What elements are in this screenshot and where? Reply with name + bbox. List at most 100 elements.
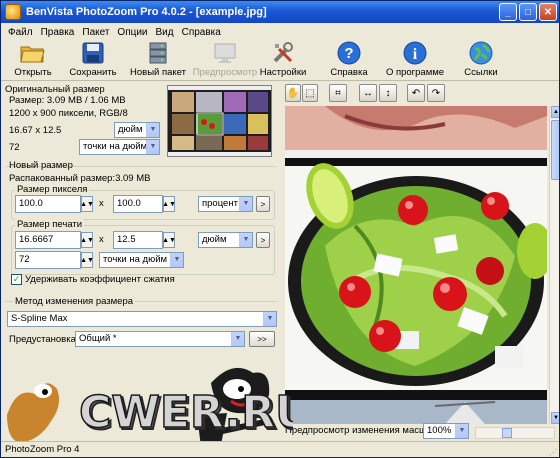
print-units-select[interactable]: дюйм ▼ <box>198 232 253 248</box>
method-select[interactable]: S-Spline Max ▼ <box>7 311 277 327</box>
save-button[interactable]: Сохранить <box>58 41 128 78</box>
method-title: Метод изменения размера <box>13 296 136 307</box>
menu-options[interactable]: Опции <box>113 27 151 38</box>
print-units-value: дюйм <box>202 234 227 245</box>
chevron-down-icon: ▼ <box>146 123 159 137</box>
pixel-units-value: процент <box>202 198 238 209</box>
print-more-button[interactable]: > <box>256 232 270 248</box>
settings-button[interactable]: Настройки <box>248 41 318 78</box>
preset-label: Предустановка: <box>9 334 79 345</box>
rotate-right-button[interactable]: ↷ <box>427 84 445 102</box>
rotate-left-icon: ↶ <box>411 87 421 99</box>
resize-grip-icon[interactable]: ⋰ <box>549 445 559 457</box>
help-label: Справка <box>330 67 368 78</box>
pixel-height-input[interactable]: 100.0 <box>113 195 163 213</box>
title-bar[interactable]: BenVista PhotoZoom Pro 4.0.2 - [example.… <box>1 1 559 23</box>
print-width-spinner[interactable]: ▲▼ <box>80 232 94 248</box>
hand-icon: ✋ <box>286 87 300 99</box>
help-button[interactable]: ? Справка <box>314 41 384 78</box>
print-res-input[interactable]: 72 <box>15 251 81 269</box>
scroll-thumb[interactable] <box>551 120 559 180</box>
rotate-right-icon: ↷ <box>431 87 441 99</box>
info-icon: i <box>402 41 428 65</box>
menu-batch[interactable]: Пакет <box>78 27 113 38</box>
zoom-value: 100% <box>427 425 452 436</box>
close-button[interactable]: ✕ <box>539 3 557 21</box>
new-size-title: Новый размер <box>9 160 73 171</box>
preview-scrollbar[interactable]: ▲ ▼ <box>549 106 559 424</box>
print-res-units-select[interactable]: точки на дюйм ▼ <box>99 252 184 268</box>
original-res-units-select[interactable]: точки на дюйм ▼ <box>79 139 160 155</box>
pixel-units-select[interactable]: процент ▼ <box>198 196 253 212</box>
menu-help[interactable]: Справка <box>178 27 225 38</box>
monitor-icon <box>212 41 238 65</box>
menu-bar: Файл Правка Пакет Опции Вид Справка <box>1 23 559 41</box>
zoom-select[interactable]: 100% ▼ <box>423 423 469 439</box>
preview-canvas[interactable] <box>285 106 547 424</box>
keep-ratio-label: Удерживать коэффициент сжатия <box>25 274 175 285</box>
original-pixels: 1200 x 900 пиксели, RGB/8 <box>9 108 128 119</box>
links-label: Ссылки <box>464 67 498 78</box>
chevron-down-icon: ▼ <box>170 253 183 267</box>
about-button[interactable]: i О программе <box>380 41 450 78</box>
chevron-down-icon: ▼ <box>239 233 252 247</box>
rotate-left-button[interactable]: ↶ <box>407 84 425 102</box>
zoom-slider[interactable] <box>475 427 555 439</box>
scroll-up-icon[interactable]: ▲ <box>551 106 559 118</box>
chevron-down-icon: ▼ <box>146 140 159 154</box>
chevron-down-icon: ▼ <box>455 424 468 438</box>
crop-icon: ⌗ <box>335 87 341 99</box>
pixel-width-input[interactable]: 100.0 <box>15 195 81 213</box>
print-height-input[interactable]: 12.5 <box>113 231 163 249</box>
status-bar: PhotoZoom Pro 4 ⋰ <box>1 441 559 457</box>
horizontal-arrows-icon: ↔ <box>363 87 373 99</box>
floppy-icon <box>80 41 106 65</box>
select-tool-button[interactable]: ⬚ <box>302 84 318 102</box>
preview-image <box>285 106 547 424</box>
pixel-width-spinner[interactable]: ▲▼ <box>80 196 94 212</box>
original-units-select[interactable]: дюйм ▼ <box>114 122 160 138</box>
minimize-button[interactable]: _ <box>499 3 517 21</box>
original-units-value: дюйм <box>118 124 143 135</box>
svg-text:i: i <box>413 46 418 63</box>
print-res-units-value: точки на дюйм <box>103 254 168 265</box>
crop-button[interactable]: ⌗ <box>329 84 347 102</box>
print-height-spinner[interactable]: ▲▼ <box>162 232 176 248</box>
vertical-arrows-icon: ↕ <box>385 87 391 99</box>
pixel-more-button[interactable]: > <box>256 196 270 212</box>
original-file-size: Размер: 3.09 MB / 1.06 MB <box>9 95 126 106</box>
links-button[interactable]: Ссылки <box>446 41 516 78</box>
maximize-button[interactable]: □ <box>519 3 537 21</box>
fit-width-button[interactable]: ↔ <box>359 84 377 102</box>
pixel-size-title: Размер пикселя <box>15 184 90 195</box>
menu-edit[interactable]: Правка <box>37 27 79 38</box>
original-res-units-value: точки на дюйм <box>83 141 148 152</box>
fit-height-button[interactable]: ↕ <box>379 84 397 102</box>
preview-panel: ✋ ⬚ ⌗ ↔ ↕ ↶ ↷ ▲ ▼ Предпросмотр изменения… <box>283 82 559 457</box>
app-icon <box>5 4 21 20</box>
chevron-down-icon: ▼ <box>239 197 252 211</box>
svg-text:?: ? <box>344 45 353 62</box>
watermark-text: CWER.RU <box>79 387 293 438</box>
hand-tool-button[interactable]: ✋ <box>285 84 301 102</box>
pixel-height-spinner[interactable]: ▲▼ <box>162 196 176 212</box>
menu-file[interactable]: Файл <box>4 27 37 38</box>
thumbnail[interactable] <box>167 85 272 157</box>
print-width-input[interactable]: 16.6667 <box>15 231 81 249</box>
menu-view[interactable]: Вид <box>152 27 178 38</box>
chevron-down-icon: ▼ <box>231 332 244 346</box>
print-res-spinner[interactable]: ▲▼ <box>80 252 94 268</box>
keep-ratio-checkbox[interactable]: ✓ <box>11 274 22 285</box>
marquee-icon: ⬚ <box>305 87 315 99</box>
unpacked-size: Распакованный размер:3.09 MB <box>9 173 151 184</box>
preset-select[interactable]: Общий * ▼ <box>75 331 245 347</box>
new-batch-button[interactable]: Новый пакет <box>123 41 193 78</box>
settings-label: Настройки <box>259 67 307 78</box>
save-label: Сохранить <box>69 67 117 78</box>
zoom-slider-thumb[interactable] <box>502 428 512 438</box>
server-icon <box>145 41 171 65</box>
about-label: О программе <box>385 67 445 78</box>
preset-more-button[interactable]: >> <box>249 331 275 347</box>
window-title: BenVista PhotoZoom Pro 4.0.2 - [example.… <box>26 6 267 18</box>
question-icon: ? <box>336 41 362 65</box>
